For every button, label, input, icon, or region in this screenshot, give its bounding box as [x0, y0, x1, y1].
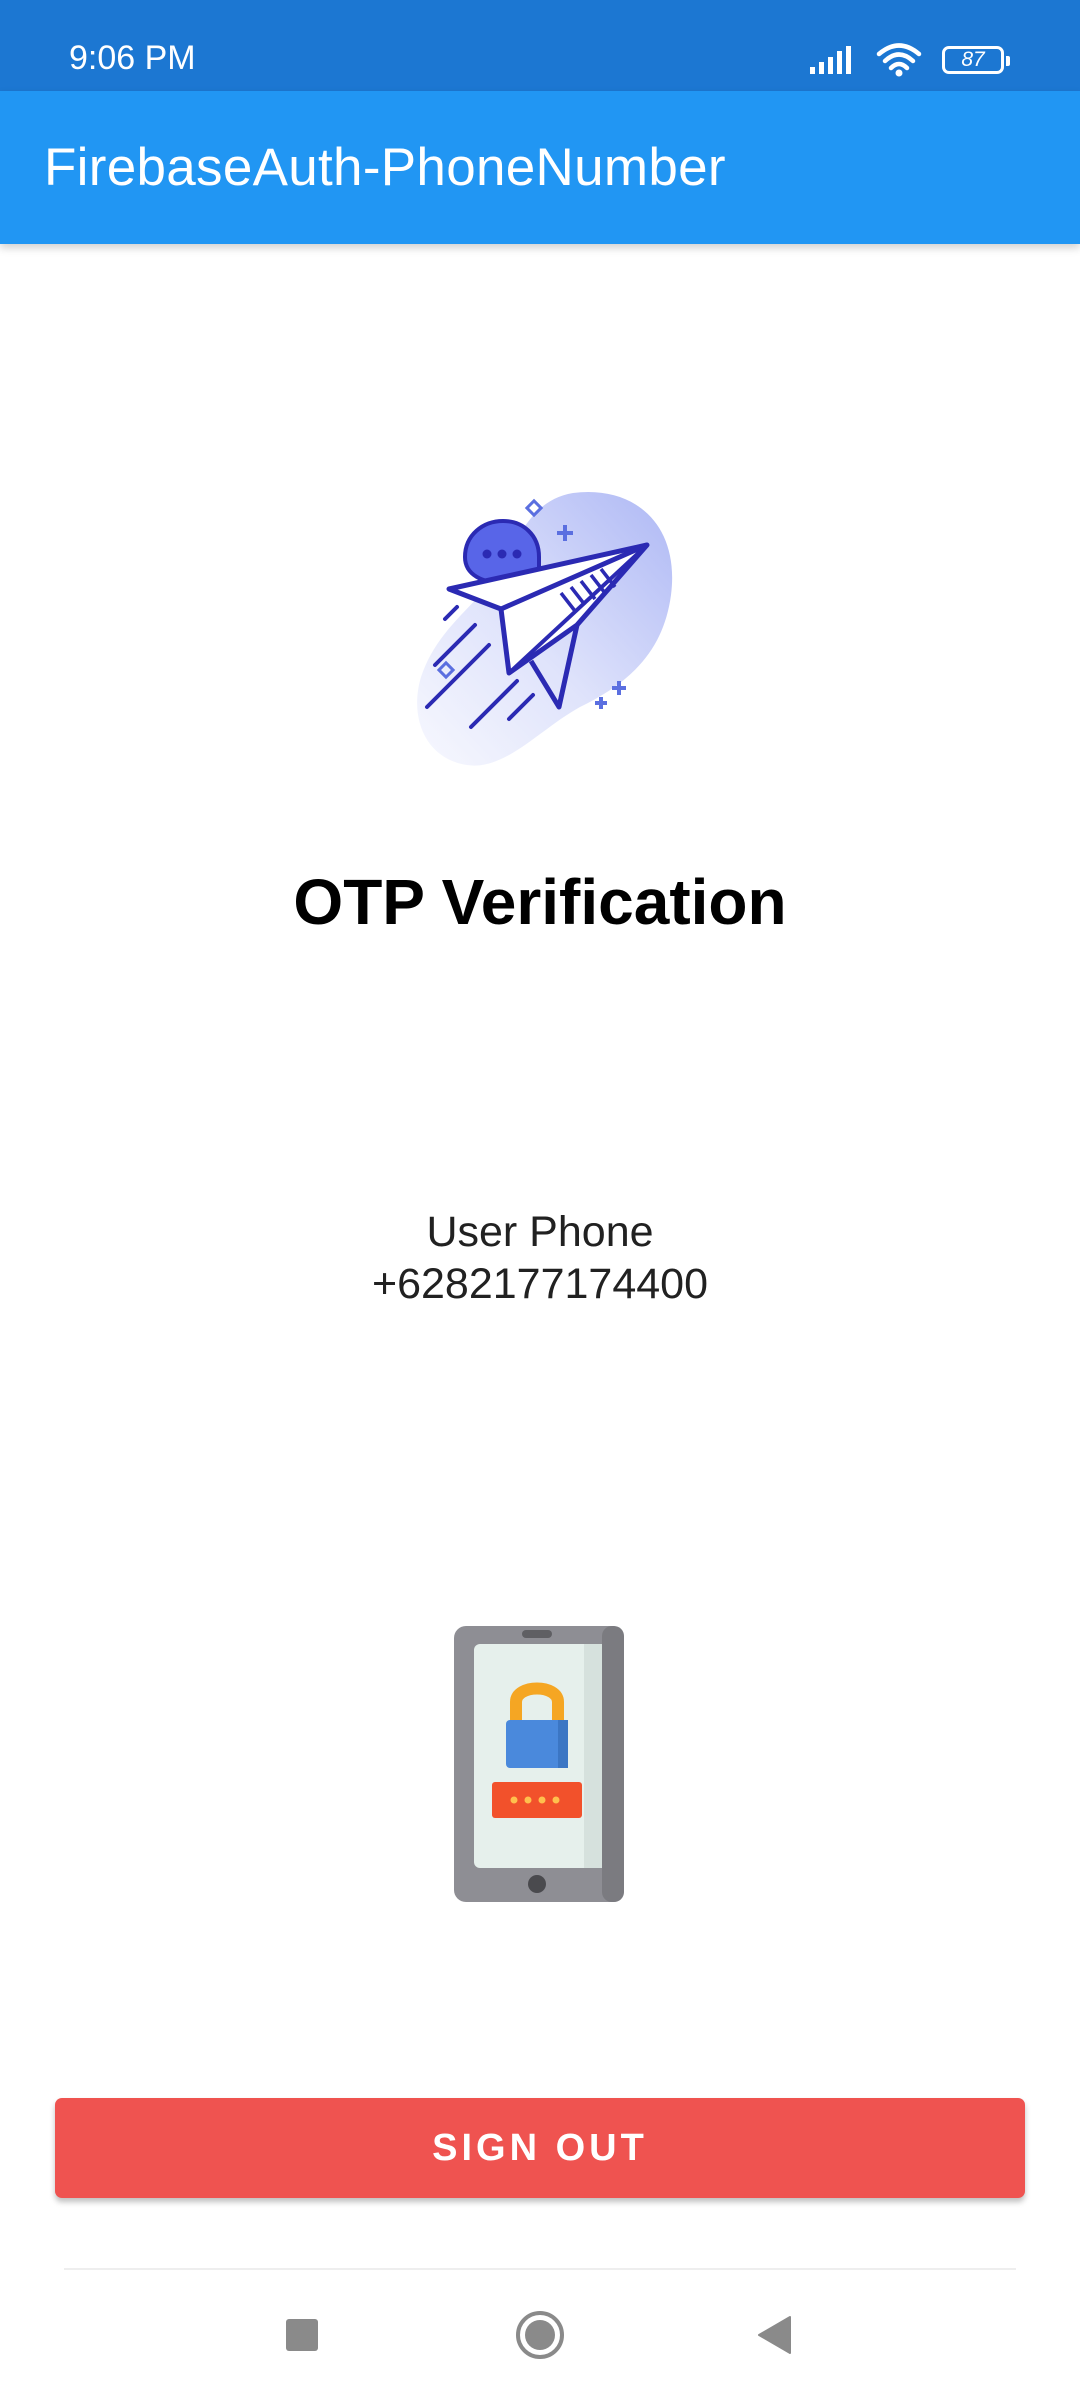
status-icons: 87	[808, 40, 1010, 80]
navigation-bar	[0, 2270, 1080, 2400]
home-icon	[516, 2311, 564, 2359]
page-title: OTP Verification	[293, 866, 787, 938]
screen: 9:06 PM 87 FirebaseAuth-PhoneNumber OTP …	[0, 0, 1080, 2400]
phone-label: User Phone	[426, 1208, 654, 1256]
signal-icon	[810, 46, 851, 74]
back-icon	[758, 2316, 791, 2354]
recents-button[interactable]	[242, 2270, 362, 2400]
back-button[interactable]	[714, 2270, 834, 2400]
sign-out-button[interactable]: SIGN OUT	[55, 2098, 1025, 2198]
recents-icon	[286, 2319, 318, 2351]
phone-lock-icon	[454, 1626, 624, 1902]
home-button[interactable]	[480, 2270, 600, 2400]
app-bar: FirebaseAuth-PhoneNumber	[0, 91, 1080, 244]
app-title: FirebaseAuth-PhoneNumber	[44, 138, 726, 197]
battery-icon: 87	[942, 46, 1010, 74]
battery-level: 87	[961, 48, 985, 71]
status-bar: 9:06 PM 87	[0, 0, 1080, 91]
wifi-icon	[876, 43, 922, 77]
paper-plane-icon	[417, 491, 673, 766]
phone-number: +6282177174400	[371, 1260, 708, 1308]
status-time: 9:06 PM	[69, 39, 196, 77]
